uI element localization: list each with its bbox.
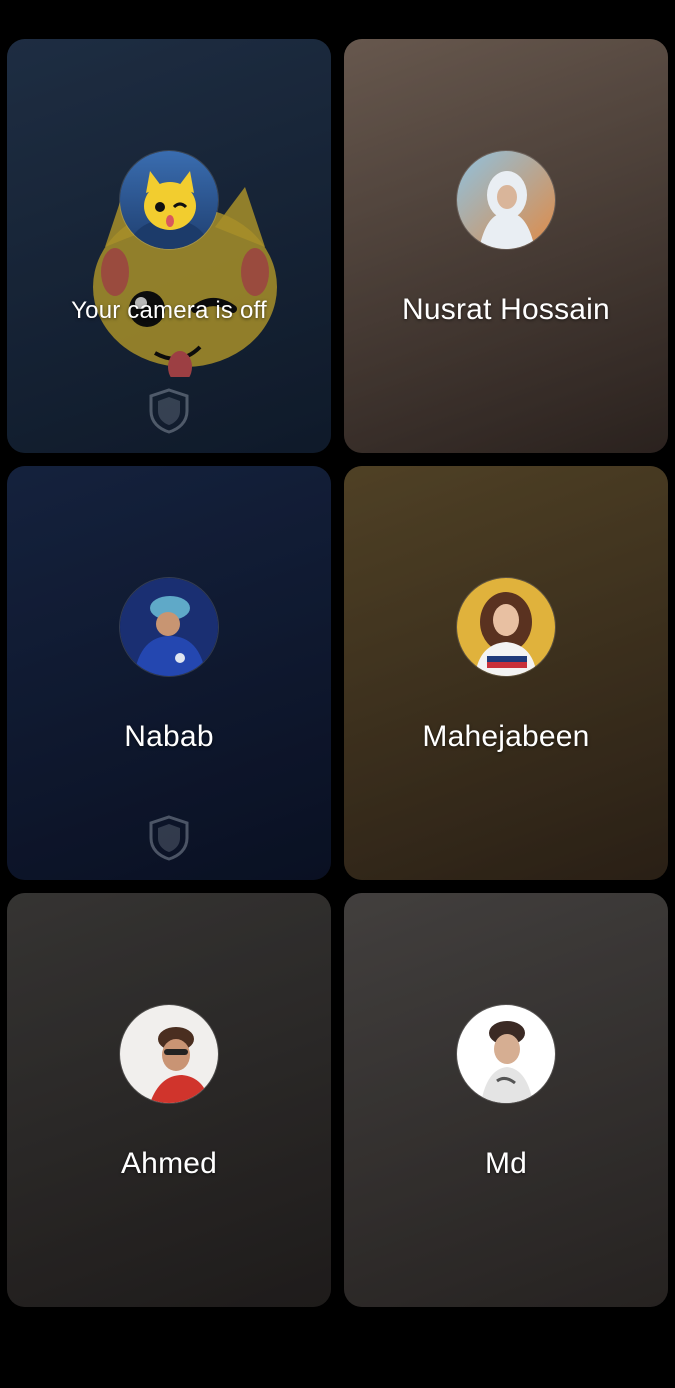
participant-tile[interactable]: Md: [344, 893, 668, 1307]
man-sunglasses-avatar-icon: [120, 1005, 218, 1103]
participant-name: Mahejabeen: [422, 720, 590, 753]
participant-tile[interactable]: Mahejabeen: [344, 466, 668, 880]
avatar: [457, 151, 555, 249]
avatar: [120, 151, 218, 249]
avatar: [120, 578, 218, 676]
avatar: [457, 578, 555, 676]
participant-name: Nusrat Hossain: [402, 293, 610, 326]
avatar: [457, 1005, 555, 1103]
avatar: [120, 1005, 218, 1103]
participant-name: Your camera is off: [71, 297, 267, 324]
participant-name: Nabab: [124, 720, 214, 753]
participant-tile[interactable]: Ahmed: [7, 893, 331, 1307]
participant-name: Ahmed: [120, 1147, 218, 1180]
participant-tile[interactable]: Nabab: [7, 466, 331, 880]
man-blue-jacket-avatar-icon: [120, 578, 218, 676]
man-earring-avatar-icon: [457, 1005, 555, 1103]
participant-tile-self[interactable]: Your camera is off: [7, 39, 331, 453]
shield-icon: [149, 815, 189, 861]
cat-emoji-avatar-icon: [120, 151, 218, 249]
participant-tile[interactable]: Nusrat Hossain: [344, 39, 668, 453]
woman-tommy-shirt-avatar-icon: [457, 578, 555, 676]
shield-icon: [149, 388, 189, 434]
participant-name: Md: [484, 1147, 528, 1180]
hijab-woman-avatar-icon: [457, 151, 555, 249]
participant-grid: Your camera is off Nusrat Hossain Nabab …: [7, 39, 668, 1307]
